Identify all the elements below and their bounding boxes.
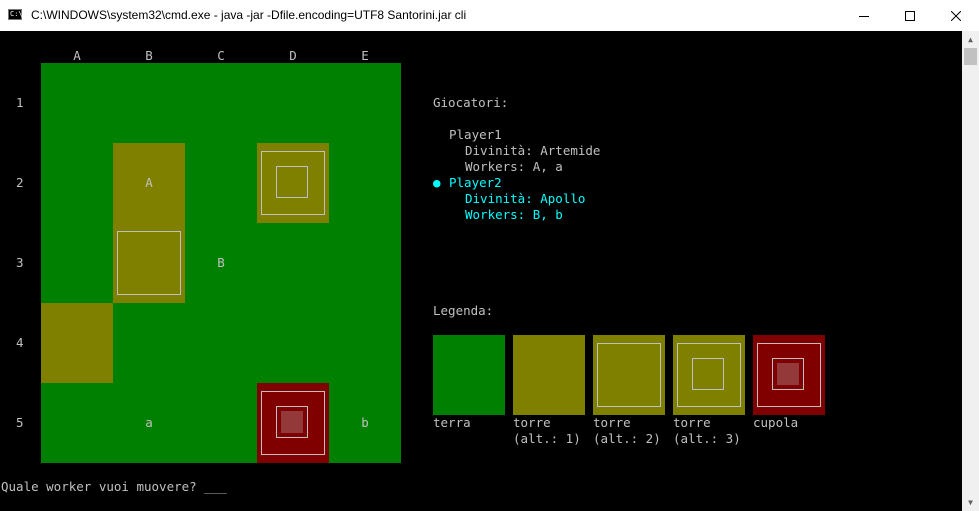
player2-name: Player2 (449, 175, 502, 190)
worker-b[interactable]: b (329, 415, 401, 431)
minimize-button[interactable] (841, 0, 887, 31)
legend-sub-level1: (alt.: 1) (513, 431, 581, 446)
legend-swatch (513, 335, 585, 415)
level3-outline (692, 358, 724, 390)
legend-swatch (753, 335, 825, 415)
level2-outline (117, 231, 181, 295)
cmd-icon[interactable]: C:\ (8, 9, 23, 20)
board-cell[interactable] (257, 143, 329, 223)
board-cell[interactable]: B (185, 223, 257, 303)
board-cell[interactable] (257, 383, 329, 463)
board-cell[interactable] (41, 303, 113, 383)
level3-outline (276, 166, 308, 198)
close-button[interactable] (933, 0, 979, 31)
row-label: 1 (16, 95, 24, 110)
column-label: B (145, 48, 153, 63)
player1-divinity: Divinità: Artemide (465, 143, 601, 158)
game-board[interactable]: A Ba b (41, 63, 401, 463)
row-label: 2 (16, 175, 24, 190)
column-label: D (289, 48, 297, 63)
dome-pattern (281, 411, 303, 433)
players-heading: Giocatori: (433, 95, 509, 110)
scroll-up-icon[interactable]: ▲ (962, 31, 979, 48)
dome-pattern (777, 363, 799, 385)
input-prompt[interactable]: Quale worker vuoi muovere? ___ (1, 479, 227, 495)
player2-workers: Workers: B, b (465, 207, 563, 222)
legend-label-level3: torre (673, 415, 711, 430)
board-cell[interactable]: b (329, 383, 401, 463)
legend-heading: Legenda: (433, 303, 494, 318)
active-player-marker: ● (433, 175, 441, 190)
column-label: C (217, 48, 225, 63)
legend-sub-level2: (alt.: 2) (593, 431, 661, 446)
column-label: A (73, 48, 81, 63)
maximize-button[interactable] (887, 0, 933, 31)
board-cell[interactable] (113, 223, 185, 303)
legend-swatch (593, 335, 665, 415)
console-area[interactable]: A B C D E 1 2 3 4 5 A Ba b Giocatori: Play… (0, 31, 962, 511)
worker-B[interactable]: B (185, 255, 257, 271)
legend-sub-level3: (alt.: 3) (673, 431, 741, 446)
row-label: 3 (16, 255, 24, 270)
title-bar: C:\ C:\WINDOWS\system32\cmd.exe - java -… (0, 0, 979, 31)
scroll-down-icon[interactable]: ▼ (962, 494, 979, 511)
vertical-scrollbar[interactable]: ▲ ▼ (962, 31, 979, 511)
close-icon (951, 10, 961, 21)
maximize-icon (905, 10, 915, 21)
worker-A[interactable]: A (113, 175, 185, 191)
worker-a[interactable]: a (113, 415, 185, 431)
cmd-icon-label: C:\ (10, 10, 23, 18)
legend-label-dome: cupola (753, 415, 799, 430)
row-label: 4 (16, 335, 24, 350)
level2-outline (597, 343, 661, 407)
minimize-icon (859, 15, 869, 17)
board-cell[interactable]: A (113, 143, 185, 223)
board-cell[interactable]: a (113, 383, 185, 463)
legend-label-level1: torre (513, 415, 551, 430)
row-label: 5 (16, 415, 24, 430)
column-label: E (361, 48, 369, 63)
window-title: C:\WINDOWS\system32\cmd.exe - java -jar … (31, 8, 467, 22)
legend-label-terra: terra (433, 415, 471, 430)
scroll-thumb[interactable] (964, 48, 977, 65)
legend-swatch (433, 335, 505, 415)
player1-workers: Workers: A, a (465, 159, 563, 174)
legend-label-level2: torre (593, 415, 631, 430)
player2-divinity: Divinità: Apollo (465, 191, 586, 206)
legend-swatch (673, 335, 745, 415)
player1-name: Player1 (449, 127, 502, 142)
